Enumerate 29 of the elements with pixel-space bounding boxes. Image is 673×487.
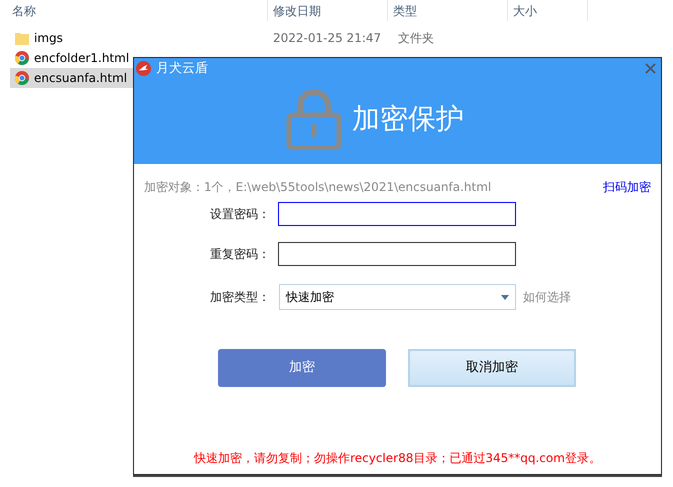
file-date: 2022-01-25 21:47 <box>273 31 382 45</box>
scan-link[interactable]: 扫码加密 <box>603 178 651 196</box>
column-header[interactable]: 名称 <box>5 2 36 20</box>
field-label: 重复密码： <box>209 246 270 263</box>
password-field[interactable] <box>278 202 516 226</box>
dialog-heading: 加密保护 <box>352 101 464 137</box>
file-item[interactable]: imgs <box>10 28 133 48</box>
browser-icon <box>15 71 29 85</box>
action-button[interactable]: 加密 <box>218 349 386 387</box>
close-icon[interactable] <box>645 63 656 74</box>
dropdown-arrow-icon <box>501 294 509 300</box>
password-field[interactable] <box>278 242 516 266</box>
notice-text: 快速加密，请勿复制；勿操作recycler88目录；已通过345**qq.com登录。 <box>192 450 602 467</box>
file-item[interactable]: encfolder1.html <box>10 48 133 68</box>
action-button[interactable]: 取消加密 <box>408 349 576 387</box>
target-info: 加密对象：1个，E:\web\55tools\news\2021\encsuanfa.html <box>144 179 492 196</box>
column-header[interactable]: 大小 <box>513 2 537 20</box>
field-label: 设置密码： <box>209 206 270 223</box>
file-item[interactable]: encsuanfa.html <box>10 68 133 88</box>
column-header[interactable]: 修改日期 <box>273 2 321 20</box>
type-dropdown[interactable]: 快速加密 <box>279 284 516 310</box>
file-type: 文件夹 <box>398 31 434 45</box>
column-header[interactable]: 类型 <box>393 2 417 20</box>
logo-icon <box>136 61 151 76</box>
lock-icon <box>286 88 342 150</box>
browser-icon <box>15 51 29 65</box>
window-title: 月犬云盾 <box>156 60 208 78</box>
field-label: 加密类型： <box>209 289 270 306</box>
folder-icon <box>15 32 29 44</box>
